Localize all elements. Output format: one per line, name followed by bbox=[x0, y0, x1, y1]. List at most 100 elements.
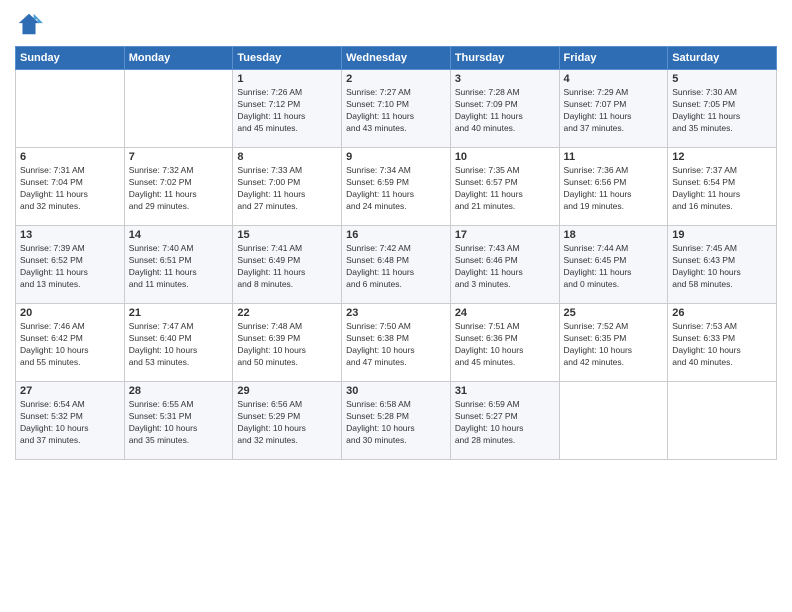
header-cell-thursday: Thursday bbox=[450, 47, 559, 70]
day-info: Sunrise: 7:36 AM Sunset: 6:56 PM Dayligh… bbox=[564, 165, 664, 213]
day-cell: 6Sunrise: 7:31 AM Sunset: 7:04 PM Daylig… bbox=[16, 148, 125, 226]
header-cell-wednesday: Wednesday bbox=[342, 47, 451, 70]
day-info: Sunrise: 7:45 AM Sunset: 6:43 PM Dayligh… bbox=[672, 243, 772, 291]
day-number: 19 bbox=[672, 229, 772, 241]
day-number: 21 bbox=[129, 307, 229, 319]
day-number: 1 bbox=[237, 73, 337, 85]
logo-icon bbox=[15, 10, 43, 38]
day-number: 2 bbox=[346, 73, 446, 85]
day-info: Sunrise: 6:54 AM Sunset: 5:32 PM Dayligh… bbox=[20, 399, 120, 447]
day-info: Sunrise: 7:46 AM Sunset: 6:42 PM Dayligh… bbox=[20, 321, 120, 369]
header-row: SundayMondayTuesdayWednesdayThursdayFrid… bbox=[16, 47, 777, 70]
day-number: 11 bbox=[564, 151, 664, 163]
day-cell: 11 Sunrise: 7:36 AM Sunset: 6:56 PM Dayli… bbox=[559, 148, 668, 226]
day-cell: 21Sunrise: 7:47 AM Sunset: 6:40 PM Dayli… bbox=[124, 304, 233, 382]
day-number: 13 bbox=[20, 229, 120, 241]
calendar-page: SundayMondayTuesdayWednesdayThursdayFrid… bbox=[0, 0, 792, 612]
day-cell: 25 Sunrise: 7:52 AM Sunset: 6:35 PM Dayli… bbox=[559, 304, 668, 382]
day-number: 20 bbox=[20, 307, 120, 319]
day-cell bbox=[559, 382, 668, 460]
day-number: 17 bbox=[455, 229, 555, 241]
day-cell: 7 Sunrise: 7:32 AM Sunset: 7:02 PM Daylig… bbox=[124, 148, 233, 226]
day-cell: 19 Sunrise: 7:45 AM Sunset: 6:43 PM Dayli… bbox=[668, 226, 777, 304]
logo bbox=[15, 10, 47, 38]
day-cell: 20 Sunrise: 7:46 AM Sunset: 6:42 PM Dayli… bbox=[16, 304, 125, 382]
day-info: Sunrise: 7:33 AM Sunset: 7:00 PM Dayligh… bbox=[237, 165, 337, 213]
day-info: Sunrise: 7:34 AM Sunset: 6:59 PM Dayligh… bbox=[346, 165, 446, 213]
day-info: Sunrise: 7:50 AM Sunset: 6:38 PM Dayligh… bbox=[346, 321, 446, 369]
day-info: Sunrise: 7:48 AM Sunset: 6:39 PM Dayligh… bbox=[237, 321, 337, 369]
day-info: Sunrise: 7:39 AM Sunset: 6:52 PM Dayligh… bbox=[20, 243, 120, 291]
day-cell: 5 Sunrise: 7:30 AM Sunset: 7:05 PM Daylig… bbox=[668, 70, 777, 148]
day-number: 25 bbox=[564, 307, 664, 319]
week-row-2: 13 Sunrise: 7:39 AM Sunset: 6:52 PM Dayli… bbox=[16, 226, 777, 304]
day-info: Sunrise: 6:59 AM Sunset: 5:27 PM Dayligh… bbox=[455, 399, 555, 447]
day-info: Sunrise: 7:43 AM Sunset: 6:46 PM Dayligh… bbox=[455, 243, 555, 291]
day-cell: 10 Sunrise: 7:35 AM Sunset: 6:57 PM Dayli… bbox=[450, 148, 559, 226]
day-info: Sunrise: 7:29 AM Sunset: 7:07 PM Dayligh… bbox=[564, 87, 664, 135]
day-number: 18 bbox=[564, 229, 664, 241]
day-info: Sunrise: 7:51 AM Sunset: 6:36 PM Dayligh… bbox=[455, 321, 555, 369]
day-info: Sunrise: 7:53 AM Sunset: 6:33 PM Dayligh… bbox=[672, 321, 772, 369]
day-info: Sunrise: 7:37 AM Sunset: 6:54 PM Dayligh… bbox=[672, 165, 772, 213]
header-cell-tuesday: Tuesday bbox=[233, 47, 342, 70]
day-cell: 22 Sunrise: 7:48 AM Sunset: 6:39 PM Dayli… bbox=[233, 304, 342, 382]
day-cell: 14Sunrise: 7:40 AM Sunset: 6:51 PM Dayli… bbox=[124, 226, 233, 304]
week-row-1: 6Sunrise: 7:31 AM Sunset: 7:04 PM Daylig… bbox=[16, 148, 777, 226]
week-row-4: 27Sunrise: 6:54 AM Sunset: 5:32 PM Dayli… bbox=[16, 382, 777, 460]
day-cell bbox=[668, 382, 777, 460]
day-number: 7 bbox=[129, 151, 229, 163]
day-cell: 15 Sunrise: 7:41 AM Sunset: 6:49 PM Dayli… bbox=[233, 226, 342, 304]
week-row-0: 1 Sunrise: 7:26 AM Sunset: 7:12 PM Daylig… bbox=[16, 70, 777, 148]
day-number: 6 bbox=[20, 151, 120, 163]
day-cell: 26Sunrise: 7:53 AM Sunset: 6:33 PM Dayli… bbox=[668, 304, 777, 382]
calendar-header: SundayMondayTuesdayWednesdayThursdayFrid… bbox=[16, 47, 777, 70]
day-cell: 29 Sunrise: 6:56 AM Sunset: 5:29 PM Dayli… bbox=[233, 382, 342, 460]
day-number: 3 bbox=[455, 73, 555, 85]
day-info: Sunrise: 6:56 AM Sunset: 5:29 PM Dayligh… bbox=[237, 399, 337, 447]
day-info: Sunrise: 7:32 AM Sunset: 7:02 PM Dayligh… bbox=[129, 165, 229, 213]
day-number: 10 bbox=[455, 151, 555, 163]
day-number: 5 bbox=[672, 73, 772, 85]
day-number: 22 bbox=[237, 307, 337, 319]
day-info: Sunrise: 7:42 AM Sunset: 6:48 PM Dayligh… bbox=[346, 243, 446, 291]
day-info: Sunrise: 6:55 AM Sunset: 5:31 PM Dayligh… bbox=[129, 399, 229, 447]
day-cell: 17 Sunrise: 7:43 AM Sunset: 6:46 PM Dayli… bbox=[450, 226, 559, 304]
day-number: 15 bbox=[237, 229, 337, 241]
day-info: Sunrise: 7:27 AM Sunset: 7:10 PM Dayligh… bbox=[346, 87, 446, 135]
day-cell: 9 Sunrise: 7:34 AM Sunset: 6:59 PM Daylig… bbox=[342, 148, 451, 226]
day-info: Sunrise: 7:28 AM Sunset: 7:09 PM Dayligh… bbox=[455, 87, 555, 135]
day-number: 4 bbox=[564, 73, 664, 85]
day-cell: 28 Sunrise: 6:55 AM Sunset: 5:31 PM Dayli… bbox=[124, 382, 233, 460]
header bbox=[15, 10, 777, 38]
day-info: Sunrise: 7:41 AM Sunset: 6:49 PM Dayligh… bbox=[237, 243, 337, 291]
header-cell-friday: Friday bbox=[559, 47, 668, 70]
header-cell-monday: Monday bbox=[124, 47, 233, 70]
day-number: 9 bbox=[346, 151, 446, 163]
day-cell: 30Sunrise: 6:58 AM Sunset: 5:28 PM Dayli… bbox=[342, 382, 451, 460]
day-cell: 18 Sunrise: 7:44 AM Sunset: 6:45 PM Dayli… bbox=[559, 226, 668, 304]
day-cell: 13 Sunrise: 7:39 AM Sunset: 6:52 PM Dayli… bbox=[16, 226, 125, 304]
day-info: Sunrise: 7:35 AM Sunset: 6:57 PM Dayligh… bbox=[455, 165, 555, 213]
week-row-3: 20 Sunrise: 7:46 AM Sunset: 6:42 PM Dayli… bbox=[16, 304, 777, 382]
day-info: Sunrise: 7:26 AM Sunset: 7:12 PM Dayligh… bbox=[237, 87, 337, 135]
day-cell: 1 Sunrise: 7:26 AM Sunset: 7:12 PM Daylig… bbox=[233, 70, 342, 148]
day-cell: 8 Sunrise: 7:33 AM Sunset: 7:00 PM Daylig… bbox=[233, 148, 342, 226]
header-cell-sunday: Sunday bbox=[16, 47, 125, 70]
day-number: 28 bbox=[129, 385, 229, 397]
day-cell: 27Sunrise: 6:54 AM Sunset: 5:32 PM Dayli… bbox=[16, 382, 125, 460]
day-info: Sunrise: 7:30 AM Sunset: 7:05 PM Dayligh… bbox=[672, 87, 772, 135]
day-info: Sunrise: 7:52 AM Sunset: 6:35 PM Dayligh… bbox=[564, 321, 664, 369]
day-number: 30 bbox=[346, 385, 446, 397]
day-info: Sunrise: 7:44 AM Sunset: 6:45 PM Dayligh… bbox=[564, 243, 664, 291]
day-cell: 31Sunrise: 6:59 AM Sunset: 5:27 PM Dayli… bbox=[450, 382, 559, 460]
day-cell bbox=[124, 70, 233, 148]
day-cell: 23Sunrise: 7:50 AM Sunset: 6:38 PM Dayli… bbox=[342, 304, 451, 382]
day-cell: 2 Sunrise: 7:27 AM Sunset: 7:10 PM Daylig… bbox=[342, 70, 451, 148]
day-cell: 12Sunrise: 7:37 AM Sunset: 6:54 PM Dayli… bbox=[668, 148, 777, 226]
header-cell-saturday: Saturday bbox=[668, 47, 777, 70]
day-number: 8 bbox=[237, 151, 337, 163]
day-cell: 4 Sunrise: 7:29 AM Sunset: 7:07 PM Daylig… bbox=[559, 70, 668, 148]
calendar-table: SundayMondayTuesdayWednesdayThursdayFrid… bbox=[15, 46, 777, 460]
day-number: 29 bbox=[237, 385, 337, 397]
